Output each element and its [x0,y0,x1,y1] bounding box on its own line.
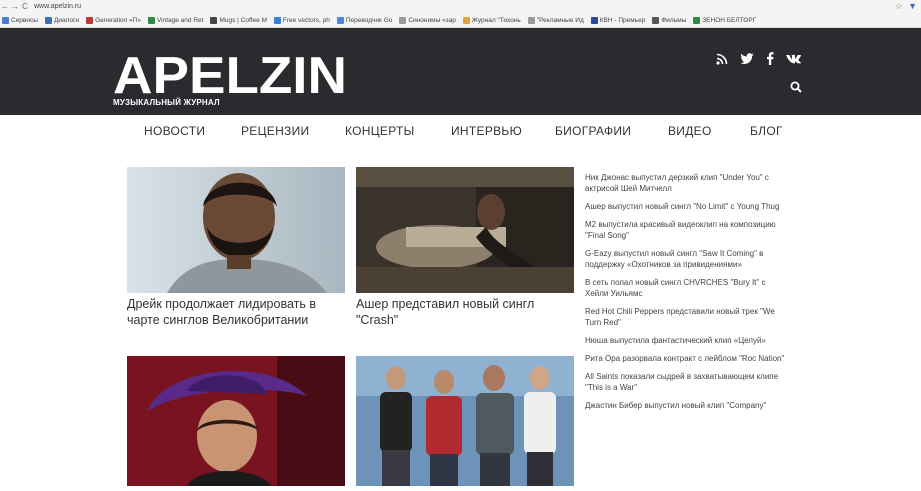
bookmark-item[interactable]: КВН - Премьер [590,16,646,24]
bookmark-label: КВН - Премьер [599,16,646,24]
sidebar-news-list: Ник Джонас выпустил дерзкий клип "Under … [585,172,785,418]
bookmark-label: Фильмы [661,16,687,24]
bookmark-label: Переводчик Go [345,16,393,24]
logo-wordmark: APELZIN [113,48,347,98]
bookmark-label: Диалоги [53,16,80,24]
nav-item-blog[interactable]: БЛОГ [750,124,783,138]
bookmark-favicon-icon [527,16,535,24]
social-links [716,52,802,65]
bookmark-favicon-icon [210,16,218,24]
article-card[interactable] [356,356,574,486]
extension-icon[interactable]: ▼ [908,1,917,11]
site-tagline: МУЗЫКАЛЬНЫЙ ЖУРНАЛ [113,98,220,107]
bookmark-star-icon[interactable]: ☆ [895,1,903,12]
article-image[interactable] [356,167,574,293]
bookmark-item[interactable]: ЗЕНОН БЕЛТОРГ [693,16,757,24]
bookmark-item[interactable]: Free vectors, ph [273,16,330,24]
nav-item-news[interactable]: НОВОСТИ [144,124,205,138]
nav-item-video[interactable]: ВИДЕО [668,124,712,138]
article-card[interactable] [127,356,345,486]
bookmark-favicon-icon [86,16,94,24]
bookmark-item[interactable]: Журнал "Тихонь [462,16,521,24]
bookmark-item[interactable]: Generation «П» [86,16,141,24]
vk-icon[interactable] [786,54,802,64]
sidebar-news-link[interactable]: All Saints показали сыдрей в захватывающ… [585,371,785,393]
sidebar-news-link[interactable]: Рита Ора разорвала контракт с лейблом "R… [585,353,785,364]
article-card[interactable]: Дрейк продолжает лидировать в чарте синг… [127,167,345,337]
forward-icon[interactable]: → [10,2,20,11]
bookmark-label: Generation «П» [95,16,141,24]
article-title[interactable]: Дрейк продолжает лидировать в чарте синг… [127,296,345,328]
site-header: APELZIN МУЗЫКАЛЬНЫЙ ЖУРНАЛ [0,28,921,115]
bookmark-item[interactable]: Сервисы [2,16,38,24]
bookmark-item[interactable]: Переводчик Go [336,16,393,24]
bookmark-favicon-icon [399,16,407,24]
rss-icon[interactable] [716,53,728,65]
bookmark-label: "Рекламные Ид [536,16,584,24]
bookmark-label: Mugs | Coffee M [219,16,267,24]
article-image[interactable] [356,356,574,486]
bookmark-item[interactable]: "Рекламные Ид [527,16,584,24]
facebook-icon[interactable] [766,52,774,65]
bookmark-item[interactable]: Диалоги [44,16,80,24]
twitter-icon[interactable] [740,52,754,65]
reload-icon[interactable]: C [20,2,30,11]
sidebar-news-link[interactable]: Ник Джонас выпустил дерзкий клип "Under … [585,172,785,194]
nav-item-reviews[interactable]: РЕЦЕНЗИИ [241,124,309,138]
bookmark-label: Синонимы «зар [408,16,456,24]
bookmark-favicon-icon [44,16,52,24]
bookmarks-bar: Сервисы Диалоги Generation «П» Vintage and … [0,13,921,28]
nav-item-interviews[interactable]: ИНТЕРВЬЮ [451,124,522,138]
sidebar-news-link[interactable]: Джастин Бибер выпустил новый клип "Compa… [585,400,785,411]
logo-text: APELZIN [113,48,347,98]
bookmark-item[interactable]: Mugs | Coffee M [210,16,267,24]
bookmark-favicon-icon [590,16,598,24]
article-image[interactable] [127,167,345,293]
nav-item-biographies[interactable]: БИОГРАФИИ [555,124,631,138]
browser-address-bar: ← → C www.apelzin.ru ☆ ▼ [0,0,921,13]
bookmark-favicon-icon [462,16,470,24]
sidebar-news-link[interactable]: G-Eazy выпустил новый сингл "Saw It Comi… [585,248,785,270]
sidebar-news-link[interactable]: Red Hot Chili Peppers представили новый … [585,306,785,328]
bookmark-label: Free vectors, ph [282,16,330,24]
bookmark-favicon-icon [2,16,9,24]
bookmark-label: Vintage and Ret [156,16,204,24]
bookmark-item[interactable]: Синонимы «зар [399,16,456,24]
bookmark-favicon-icon [147,16,155,24]
sidebar-news-link[interactable]: Ашер выпустил новый сингл "No Limit" с Y… [585,201,785,212]
article-image[interactable] [127,356,345,486]
article-card[interactable]: Ашер представил новый сингл "Crash" [356,167,574,337]
bookmark-favicon-icon [336,16,344,24]
bookmark-label: Сервисы [11,16,38,24]
main-nav: НОВОСТИ РЕЦЕНЗИИ КОНЦЕРТЫ ИНТЕРВЬЮ БИОГР… [0,115,921,150]
bookmark-label: ЗЕНОН БЕЛТОРГ [702,16,757,24]
sidebar-news-link[interactable]: В сеть попал новый сингл CHVRCHES "Bury … [585,277,785,299]
bookmark-item[interactable]: Фильмы [652,16,687,24]
bookmark-favicon-icon [652,16,660,24]
bookmark-favicon-icon [273,16,281,24]
sidebar-news-link[interactable]: M2 выпустила красивый видеоклип на компо… [585,219,785,241]
url-input[interactable]: www.apelzin.ru [34,3,81,10]
back-icon[interactable]: ← [0,2,10,11]
sidebar-news-link[interactable]: Нюша выпустила фантастический клип «Целу… [585,335,785,346]
bookmark-favicon-icon [693,16,701,24]
bookmark-item[interactable]: Vintage and Ret [147,16,204,24]
search-icon[interactable] [790,81,802,93]
article-title[interactable]: Ашер представил новый сингл "Crash" [356,296,574,328]
nav-item-concerts[interactable]: КОНЦЕРТЫ [345,124,415,138]
bookmark-label: Журнал "Тихонь [471,16,521,24]
